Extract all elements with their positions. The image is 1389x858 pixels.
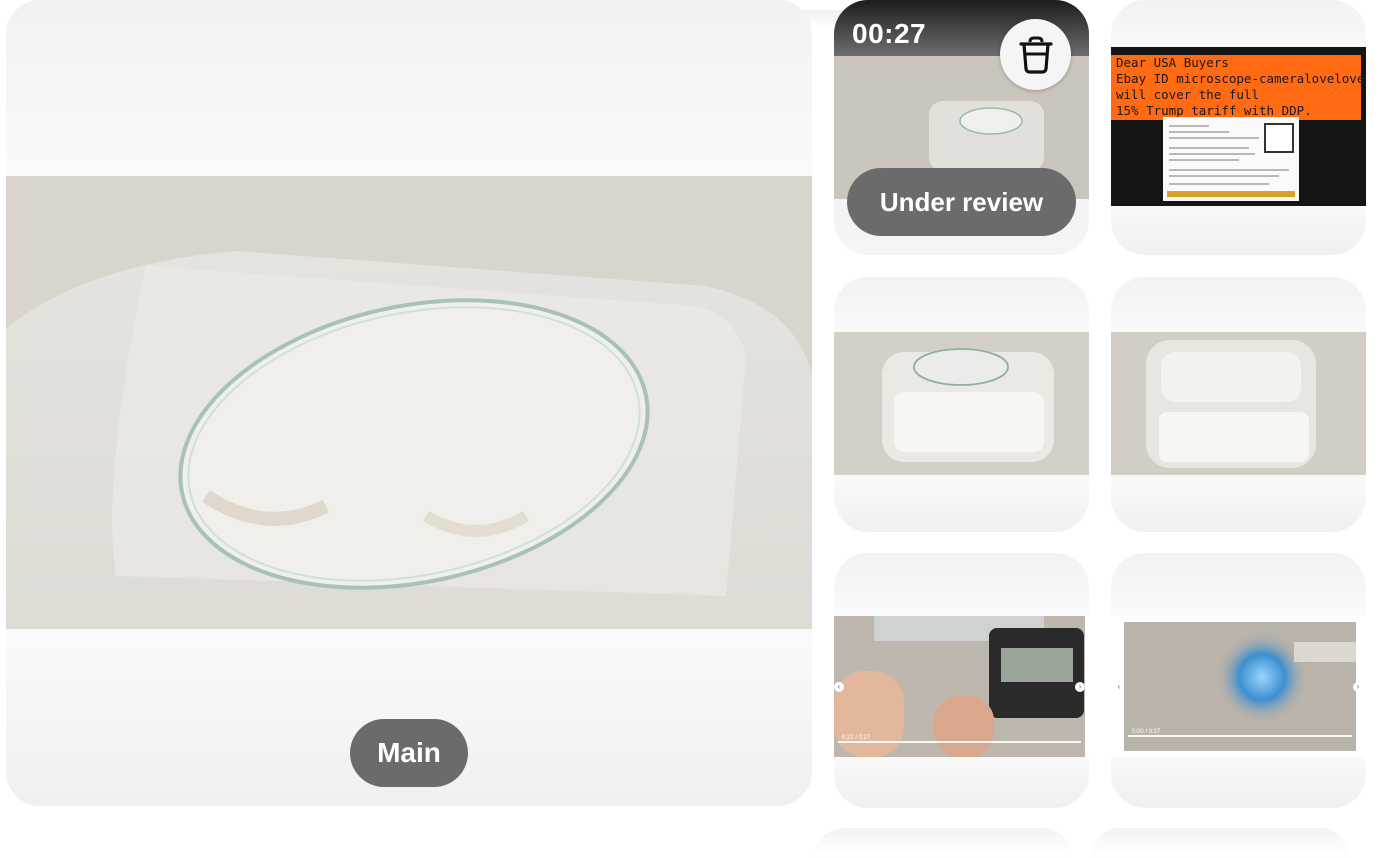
photo-gallery-editor: Main 00:27 Under review Dear USA Buyers … bbox=[0, 0, 1389, 858]
ebay-logo-image bbox=[1264, 123, 1294, 153]
photo-thumbnail[interactable] bbox=[1091, 828, 1349, 858]
video-duration: 00:27 bbox=[852, 18, 927, 49]
chevron-right-icon: › bbox=[1075, 681, 1085, 692]
notice-thumbnail[interactable]: Dear USA Buyers Ebay ID microscope-camer… bbox=[1111, 0, 1366, 255]
photo-thumbnail[interactable] bbox=[834, 277, 1089, 532]
chevron-left-icon: ‹ bbox=[834, 681, 844, 692]
photo-image bbox=[834, 332, 1089, 475]
video-timestamp: 0:00 / 0:27 bbox=[1132, 729, 1161, 735]
main-photo-card[interactable]: Main bbox=[6, 0, 812, 806]
chevron-left-icon: ‹ bbox=[1114, 681, 1124, 692]
photo-thumbnail[interactable] bbox=[814, 828, 1072, 858]
notice-line: will cover the full bbox=[1116, 87, 1259, 102]
document-screenshot bbox=[1163, 117, 1299, 201]
notice-line: Dear USA Buyers bbox=[1116, 55, 1229, 70]
video-frame-thumbnail[interactable]: 0:22 / 0:27 ‹ › bbox=[834, 553, 1089, 808]
video-frame-thumbnail[interactable]: 0:00 / 0:27 ‹ › bbox=[1111, 553, 1366, 808]
trash-icon bbox=[1018, 36, 1053, 74]
video-timestamp: 0:22 / 0:27 bbox=[842, 735, 871, 741]
tariff-notice-banner: Dear USA Buyers Ebay ID microscope-camer… bbox=[1111, 55, 1365, 120]
notice-image: Dear USA Buyers Ebay ID microscope-camer… bbox=[1111, 47, 1366, 206]
photo-thumbnail[interactable] bbox=[1111, 277, 1366, 532]
delete-button[interactable] bbox=[1000, 19, 1071, 90]
video-frame-image: 0:00 / 0:27 ‹ › bbox=[1111, 616, 1366, 757]
video-frame-image: 0:22 / 0:27 ‹ › bbox=[834, 616, 1089, 757]
main-label-pill: Main bbox=[350, 719, 468, 787]
under-review-badge: Under review bbox=[847, 168, 1076, 236]
photo-image bbox=[1111, 332, 1366, 475]
chevron-right-icon: › bbox=[1353, 681, 1363, 692]
main-photo-image bbox=[6, 176, 812, 629]
notice-line: Ebay ID microscope-cameralovelove bbox=[1116, 71, 1365, 86]
